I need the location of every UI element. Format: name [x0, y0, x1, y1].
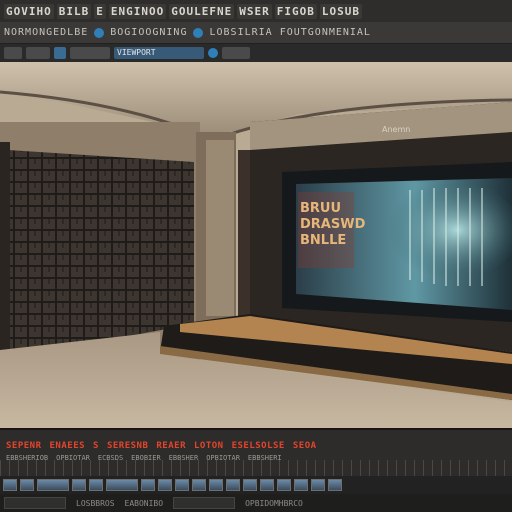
timeline-row-labels: SEPENR ENAEES S SERESNB REAER LOTON ESEL…	[0, 440, 512, 452]
status-right: OPBIDOMHBRCO	[245, 498, 303, 508]
asset-thumbnail[interactable]	[260, 479, 274, 491]
asset-thumbnail[interactable]	[294, 479, 308, 491]
timeline-label[interactable]: REAER	[156, 441, 186, 451]
screen-title-line-3: BNLLE	[300, 233, 346, 248]
3d-viewport[interactable]: BRUU DRASWD BNLLE Anemn	[0, 62, 512, 428]
asset-thumbnail[interactable]	[175, 479, 189, 491]
menu-item-6[interactable]: WSER	[237, 3, 272, 19]
asset-thumbnail[interactable]	[141, 479, 155, 491]
timeline-panel: SEPENR ENAEES S SERESNB REAER LOTON ESEL…	[0, 428, 512, 476]
menu-bar: GOVIHO BILB E ENGINOO GOULEFNE WSER FIGO…	[0, 0, 512, 22]
menu-item-1[interactable]: GOVIHO	[4, 3, 54, 19]
status-field[interactable]	[4, 497, 66, 509]
menu-item-5[interactable]: GOULEFNE	[169, 3, 235, 19]
status-center: EABONIBO	[124, 498, 164, 508]
timeline-label[interactable]: LOTON	[194, 441, 224, 451]
status-field[interactable]	[173, 497, 236, 509]
screen-top-label: Anemn	[382, 125, 410, 134]
menu-item-4[interactable]: ENGINOO	[108, 3, 167, 19]
timeline-label[interactable]: ESELSOLSE	[232, 441, 285, 451]
tool-button[interactable]	[26, 47, 50, 59]
asset-thumbnail[interactable]	[72, 479, 86, 491]
asset-thumbnail[interactable]	[20, 479, 34, 491]
globe-icon[interactable]	[94, 27, 105, 38]
asset-thumbnail[interactable]	[328, 479, 342, 491]
screen-title-line-1: BRUU	[300, 201, 341, 216]
screen-title-line-2: DRASWD	[300, 217, 366, 232]
tool-button[interactable]	[4, 47, 22, 59]
secondary-toolbar: VIEWPORT	[0, 44, 512, 62]
tab-viewport[interactable]: VIEWPORT	[114, 47, 204, 59]
asset-thumbnail[interactable]	[192, 479, 206, 491]
asset-thumbnail[interactable]	[89, 479, 103, 491]
timeline-label[interactable]: S	[93, 441, 99, 451]
asset-thumbnail[interactable]	[226, 479, 240, 491]
asset-strip	[0, 476, 512, 494]
asset-thumbnail[interactable]	[158, 479, 172, 491]
app-window: GOVIHO BILB E ENGINOO GOULEFNE WSER FIGO…	[0, 0, 512, 512]
settings-icon[interactable]	[193, 27, 204, 38]
main-toolbar: NORMONGEDLBE BOGIOOGNING LOBSILRIA FOUTG…	[0, 22, 512, 44]
menu-item-7[interactable]: FIGOB	[274, 3, 317, 19]
timeline-label[interactable]: SEOA	[293, 441, 317, 451]
tool-button[interactable]	[222, 47, 250, 59]
asset-thumbnail[interactable]	[243, 479, 257, 491]
status-bar: LOSBBROS EABONIBO OPBIDOMHBRCO	[0, 494, 512, 512]
tool-button[interactable]	[70, 47, 110, 59]
toolbar-label-mid: BOGIOOGNING	[110, 27, 188, 38]
toolbar-label-left: NORMONGEDLBE	[4, 27, 89, 38]
timeline-label[interactable]: SERESNB	[107, 441, 148, 451]
timeline-label[interactable]: ENAEES	[50, 441, 86, 451]
asset-thumbnail[interactable]	[311, 479, 325, 491]
asset-thumbnail[interactable]	[277, 479, 291, 491]
menu-item-3[interactable]: E	[94, 3, 106, 19]
toolbar-label-right: LOBSILRIA FOUTGONMENIAL	[209, 27, 371, 38]
status-left: LOSBBROS	[76, 498, 115, 508]
asset-thumbnail[interactable]	[37, 479, 69, 491]
viewport-scene: BRUU DRASWD BNLLE Anemn	[0, 62, 512, 428]
timeline-label[interactable]: SEPENR	[6, 441, 42, 451]
menu-item-2[interactable]: BILB	[56, 3, 92, 19]
menu-item-8[interactable]: LOSUB	[319, 3, 362, 19]
asset-thumbnail[interactable]	[3, 479, 17, 491]
tool-button[interactable]	[54, 47, 66, 59]
asset-thumbnail[interactable]	[106, 479, 138, 491]
refresh-icon[interactable]	[208, 48, 218, 58]
asset-thumbnail[interactable]	[209, 479, 223, 491]
timeline-ruler[interactable]	[0, 460, 512, 476]
